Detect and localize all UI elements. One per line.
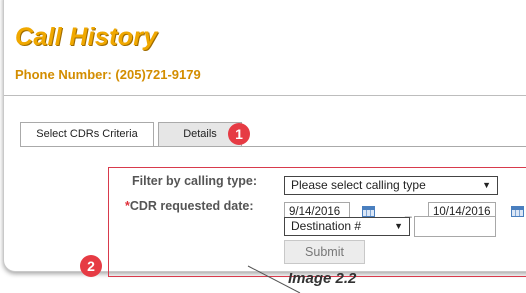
callout-badge-2: 2 [80, 255, 102, 277]
tab-panel-border [20, 146, 526, 147]
submit-button[interactable]: Submit [284, 240, 365, 264]
image-caption: Image 2.2 [288, 270, 357, 287]
header-divider [4, 95, 526, 96]
cdr-requested-date-label: *CDR requested date: [125, 199, 254, 213]
chevron-down-icon: ▼ [394, 221, 403, 231]
phone-number-row: Phone Number: (205)721-9179 [15, 67, 201, 82]
cdr-requested-date-text: CDR requested date: [129, 199, 254, 213]
callout-badge-1: 1 [228, 123, 250, 145]
chevron-down-icon: ▼ [482, 180, 491, 190]
calendar-icon[interactable] [511, 206, 524, 217]
calling-type-select[interactable]: Please select calling type ▼ [284, 176, 498, 195]
page-title: Call History [15, 23, 158, 51]
calling-type-selected-value: Please select calling type [291, 178, 426, 192]
destination-input[interactable] [414, 216, 496, 237]
destination-selected-value: Destination # [291, 219, 362, 233]
filter-calling-type-label: Filter by calling type: [132, 174, 258, 188]
date-separator: _ [405, 204, 412, 218]
destination-select[interactable]: Destination # ▼ [284, 217, 410, 236]
tab-select-cdrs-criteria[interactable]: Select CDRs Criteria [20, 122, 154, 147]
calendar-icon[interactable] [362, 206, 375, 217]
phone-number-label: Phone Number: [15, 67, 112, 82]
phone-number-value: (205)721-9179 [115, 67, 201, 82]
